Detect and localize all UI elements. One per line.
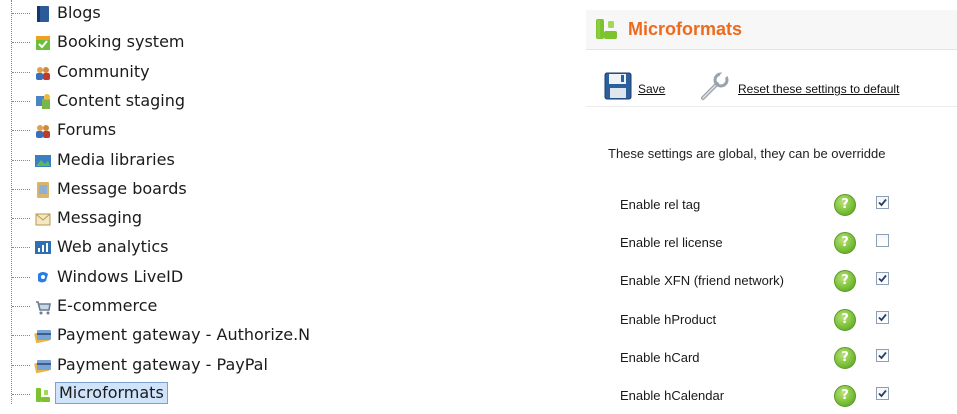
tree-item-label: Community bbox=[57, 61, 150, 81]
blog-icon bbox=[33, 4, 53, 24]
tree-branch-line bbox=[12, 100, 30, 102]
floppy-disk-icon bbox=[604, 72, 632, 100]
tree-item-forums[interactable]: Forums bbox=[0, 116, 370, 145]
checkmark-icon bbox=[878, 351, 887, 360]
settings-tree: Blogs Booking system Community Content stag… bbox=[0, 0, 370, 414]
checkmark-icon bbox=[878, 198, 887, 207]
microformats-panel: Microformats Save Reset these settings t… bbox=[586, 0, 957, 414]
message-boards-icon bbox=[33, 180, 53, 200]
setting-row: Enable rel license? bbox=[586, 228, 957, 258]
forums-icon bbox=[33, 121, 53, 141]
tree-branch-line bbox=[12, 335, 30, 337]
payment-gateway-icon bbox=[33, 356, 53, 376]
microformats-icon bbox=[33, 385, 53, 405]
checkmark-icon bbox=[878, 313, 887, 321]
tree-item-messaging[interactable]: Messaging bbox=[0, 204, 370, 233]
community-icon bbox=[33, 63, 53, 83]
panel-header: Microformats bbox=[586, 10, 957, 50]
tree-branch-line bbox=[12, 130, 30, 132]
wrench-icon bbox=[701, 71, 729, 100]
tree-item-label: Payment gateway - PayPal bbox=[57, 354, 268, 374]
tree-branch-line bbox=[12, 71, 30, 73]
setting-checkbox[interactable] bbox=[876, 234, 889, 248]
tree-item-blogs[interactable]: Blogs bbox=[0, 0, 370, 28]
tree-item-booking-system[interactable]: Booking system bbox=[0, 28, 370, 57]
tree-branch-line bbox=[12, 276, 30, 278]
setting-label: Enable XFN (friend network) bbox=[620, 273, 785, 289]
media-libraries-icon bbox=[33, 151, 53, 171]
tree-item-label: Message boards bbox=[57, 178, 187, 198]
tree-item-media-libraries[interactable]: Media libraries bbox=[0, 146, 370, 175]
setting-checkbox[interactable] bbox=[876, 272, 889, 286]
help-icon[interactable]: ? bbox=[834, 346, 856, 369]
tree-item-label: Microformats bbox=[55, 381, 168, 404]
tree-item-label: Payment gateway - Authorize.N bbox=[57, 325, 311, 345]
setting-row: Enable XFN (friend network)? bbox=[586, 266, 957, 296]
tree-branch-line bbox=[12, 13, 30, 14]
tree-item-windows-liveid[interactable]: Windows LiveID bbox=[0, 263, 370, 292]
setting-label: Enable rel tag bbox=[620, 197, 701, 212]
setting-checkbox[interactable] bbox=[876, 310, 889, 324]
page-title: Microformats bbox=[628, 19, 743, 39]
checkmark-icon bbox=[878, 389, 887, 398]
tree-branch-line bbox=[12, 393, 30, 395]
setting-label: Enable hProduct bbox=[620, 311, 717, 327]
save-button[interactable]: Save bbox=[604, 70, 665, 102]
setting-row: Enable hCalendar? bbox=[586, 381, 957, 411]
tree-branch-line bbox=[12, 218, 30, 220]
tree-branch-line bbox=[12, 159, 30, 161]
tree-branch-line bbox=[12, 306, 30, 307]
tree-item-web-analytics[interactable]: Web analytics bbox=[0, 233, 370, 262]
setting-checkbox[interactable] bbox=[876, 348, 889, 362]
setting-checkbox[interactable] bbox=[876, 387, 889, 400]
windows-liveid-icon bbox=[33, 268, 53, 288]
tree-item-microformats[interactable]: Microformats bbox=[0, 380, 370, 409]
web-analytics-icon bbox=[33, 238, 53, 258]
tree-branch-line bbox=[12, 42, 30, 44]
reset-settings-button[interactable]: Reset these settings to default bbox=[700, 70, 899, 102]
tree-item-payment-gateway-authorize-n[interactable]: Payment gateway - Authorize.N bbox=[0, 321, 370, 350]
setting-row: Enable rel tag? bbox=[586, 190, 957, 220]
messaging-icon bbox=[33, 209, 53, 229]
setting-row: Enable hCard? bbox=[586, 343, 957, 373]
help-icon[interactable]: ? bbox=[834, 194, 856, 216]
setting-label: Enable rel license bbox=[620, 235, 723, 251]
tree-item-label: Booking system bbox=[57, 32, 185, 52]
tree-item-label: Forums bbox=[57, 120, 117, 140]
reset-label: Reset these settings to default bbox=[738, 82, 900, 96]
help-icon[interactable]: ? bbox=[834, 270, 856, 293]
checkmark-icon bbox=[878, 275, 887, 283]
content-staging-icon bbox=[33, 92, 53, 112]
tree-branch-line bbox=[12, 364, 30, 366]
tree-item-payment-gateway-paypal[interactable]: Payment gateway - PayPal bbox=[0, 351, 370, 380]
save-label: Save bbox=[638, 82, 666, 96]
settings-info-text: These settings are global, they can be o… bbox=[608, 146, 886, 161]
setting-label: Enable hCalendar bbox=[620, 388, 725, 403]
tree-branch-line bbox=[12, 188, 30, 190]
tree-item-label: Windows LiveID bbox=[57, 266, 184, 286]
tree-item-e-commerce[interactable]: E-commerce bbox=[0, 292, 370, 321]
tree-item-label: Messaging bbox=[57, 208, 143, 228]
setting-label: Enable hCard bbox=[620, 349, 700, 365]
ecommerce-icon bbox=[33, 297, 53, 317]
tree-item-label: Web analytics bbox=[57, 237, 169, 257]
tree-branch-line bbox=[12, 247, 30, 249]
tree-item-community[interactable]: Community bbox=[0, 58, 370, 87]
setting-row: Enable hProduct? bbox=[586, 305, 957, 335]
tree-item-label: E-commerce bbox=[57, 296, 158, 315]
tree-item-label: Blogs bbox=[57, 3, 101, 22]
tree-item-message-boards[interactable]: Message boards bbox=[0, 175, 370, 204]
tree-item-label: Media libraries bbox=[57, 149, 175, 169]
toolbar: Save Reset these settings to default bbox=[586, 66, 957, 107]
help-icon[interactable]: ? bbox=[834, 308, 856, 331]
help-icon[interactable]: ? bbox=[834, 232, 856, 255]
setting-checkbox[interactable] bbox=[876, 196, 889, 209]
help-icon[interactable]: ? bbox=[834, 385, 856, 407]
microformats-icon bbox=[596, 19, 617, 39]
booking-icon bbox=[33, 33, 53, 53]
payment-gateway-icon bbox=[33, 326, 53, 346]
tree-item-label: Content staging bbox=[57, 90, 186, 110]
tree-item-content-staging[interactable]: Content staging bbox=[0, 87, 370, 116]
